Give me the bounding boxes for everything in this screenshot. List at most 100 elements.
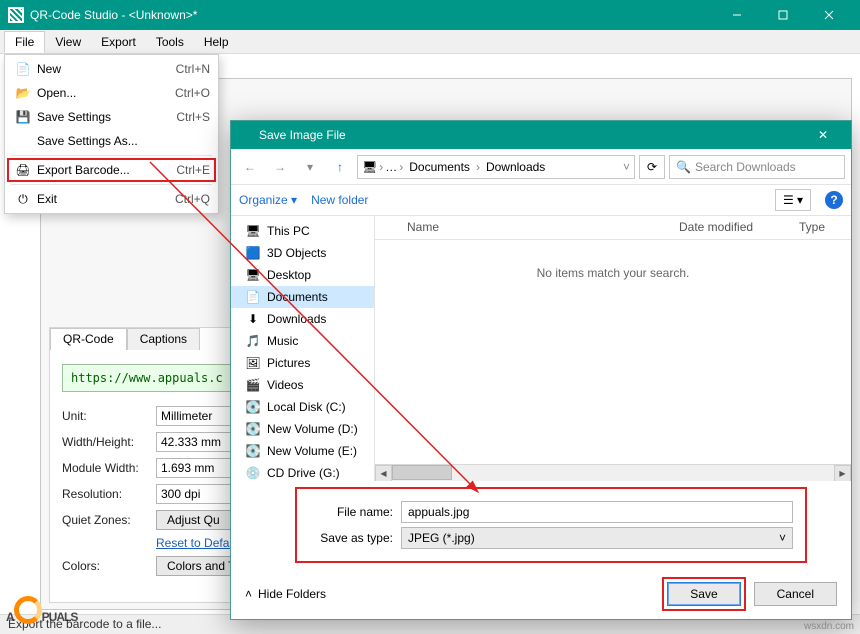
downloads-icon: ⬇ [245,311,261,327]
minimize-button[interactable] [714,0,760,30]
menu-item-save-settings[interactable]: 💾 Save Settings Ctrl+S [7,105,216,129]
menu-help[interactable]: Help [194,32,239,52]
thispc-icon: 🖥 [245,223,261,239]
tab-captions[interactable]: Captions [127,328,200,350]
nav-forward-button[interactable]: → [267,154,293,180]
width-height-label: Width/Height: [62,435,152,449]
export-icon: 🖨 [13,163,33,177]
scroll-right-arrow[interactable]: ▶ [834,465,851,482]
save-image-dialog: Save Image File ✕ ← → ▾ ↑ 🖥 › … › Docume… [230,120,852,620]
scroll-left-arrow[interactable]: ◀ [375,465,392,482]
tree-node-pictures[interactable]: 🖼Pictures [231,352,374,374]
qr-data-input[interactable] [62,364,232,392]
maximize-button[interactable] [760,0,806,30]
window-titlebar: QR-Code Studio - <Unknown>* [0,0,860,30]
help-button[interactable]: ? [825,191,843,209]
file-name-input[interactable] [401,501,793,523]
cancel-button[interactable]: Cancel [754,582,837,606]
chevron-down-icon: ˅ [779,531,786,545]
ldc-icon: 💽 [245,399,261,415]
menubar: File View Export Tools Help [0,30,860,54]
menu-item-new[interactable]: 📄 New Ctrl+N [7,57,216,81]
documents-icon: 📄 [245,289,261,305]
nav-up-button[interactable]: ↑ [327,154,353,180]
search-input[interactable]: 🔍 Search Downloads [669,155,845,179]
close-button[interactable] [806,0,852,30]
new-folder-button[interactable]: New folder [311,193,368,207]
window-title: QR-Code Studio - <Unknown>* [30,8,714,22]
dialog-footer: ˄ Hide Folders Save Cancel [231,569,851,619]
tree-node-documents[interactable]: 📄Documents [231,286,374,308]
menu-export[interactable]: Export [91,32,146,52]
nav-back-button[interactable]: ← [237,154,263,180]
view-options-button[interactable]: ☰ ▾ [775,189,811,211]
tree-node-cdg[interactable]: 💿CD Drive (G:) [231,462,374,481]
empty-message: No items match your search. [375,240,851,464]
tab-qrcode[interactable]: QR-Code [50,328,127,350]
menu-item-open[interactable]: 📂 Open... Ctrl+O [7,81,216,105]
dialog-toolbar: Organize ▾ New folder ☰ ▾ ? [231,185,851,215]
refresh-button[interactable]: ⟳ [639,155,665,179]
col-type[interactable]: Type [791,216,851,239]
tree-node-videos[interactable]: 🎬Videos [231,374,374,396]
save-as-type-select[interactable]: JPEG (*.jpg) ˅ [401,527,793,549]
resolution-label: Resolution: [62,487,152,501]
module-width-input[interactable] [156,458,241,478]
tree-node-downloads[interactable]: ⬇Downloads [231,308,374,330]
chevron-down-icon[interactable]: ˅ [623,160,630,174]
file-menu-dropdown: 📄 New Ctrl+N 📂 Open... Ctrl+O 💾 Save Set… [4,54,219,214]
chevron-right-icon: › [399,160,403,174]
folder-tree[interactable]: 🖥This PC🟦3D Objects🖥Desktop📄Documents⬇Do… [231,216,375,481]
tree-node-desktop[interactable]: 🖥Desktop [231,264,374,286]
dialog-title: Save Image File [259,128,803,142]
nve-icon: 💽 [245,443,261,459]
crumb-downloads[interactable]: Downloads [482,158,549,176]
save-as-type-label: Save as type: [309,531,393,545]
menu-separator [11,155,212,156]
search-icon: 🔍 [676,160,691,174]
tree-node-nvd[interactable]: 💽New Volume (D:) [231,418,374,440]
save-button[interactable]: Save [667,582,740,606]
filename-block: File name: Save as type: JPEG (*.jpg) ˅ [295,487,807,563]
desktop-icon: 🖥 [245,267,261,283]
breadcrumb[interactable]: 🖥 › … › Documents › Downloads ˅ [357,155,635,179]
open-icon: 📂 [13,86,33,100]
tree-node-thispc[interactable]: 🖥This PC [231,220,374,242]
crumb-documents[interactable]: Documents [405,158,474,176]
menu-view[interactable]: View [45,32,91,52]
menu-tools[interactable]: Tools [146,32,194,52]
dialog-close-button[interactable]: ✕ [803,128,843,142]
tree-node-music[interactable]: 🎵Music [231,330,374,352]
pictures-icon: 🖼 [245,355,261,371]
dialog-icon [239,128,253,142]
pc-icon: 🖥 [362,160,377,174]
videos-icon: 🎬 [245,377,261,393]
adjust-quiet-zones-button[interactable]: Adjust Qu [156,510,231,530]
organize-menu[interactable]: Organize ▾ [239,193,297,207]
chevron-right-icon: › [476,160,480,174]
nvd-icon: 💽 [245,421,261,437]
col-name[interactable]: Name [399,216,671,239]
watermark-logo: APUALS [6,588,77,630]
menu-item-save-settings-as[interactable]: Save Settings As... [7,129,216,153]
width-height-input[interactable] [156,432,241,452]
menu-item-exit[interactable]: ⏻ Exit Ctrl+Q [7,187,216,211]
search-placeholder: Search Downloads [695,160,796,174]
scroll-thumb[interactable] [392,465,452,480]
module-width-label: Module Width: [62,461,152,475]
menu-file[interactable]: File [4,31,45,53]
tree-node-3d[interactable]: 🟦3D Objects [231,242,374,264]
tree-node-nve[interactable]: 💽New Volume (E:) [231,440,374,462]
menu-item-export-barcode[interactable]: 🖨 Export Barcode... Ctrl+E [7,158,216,182]
new-icon: 📄 [13,62,33,76]
ellipsis-icon: … [385,160,397,174]
quiet-zones-label: Quiet Zones: [62,513,152,527]
horizontal-scrollbar[interactable]: ◀ ▶ [375,464,851,481]
3d-icon: 🟦 [245,245,261,261]
tree-node-ldc[interactable]: 💽Local Disk (C:) [231,396,374,418]
nav-recent-button[interactable]: ▾ [297,154,323,180]
source-note: wsxdn.com [804,621,854,632]
col-date[interactable]: Date modified [671,216,791,239]
unit-label: Unit: [62,409,152,423]
hide-folders-toggle[interactable]: ˄ Hide Folders [245,587,654,601]
